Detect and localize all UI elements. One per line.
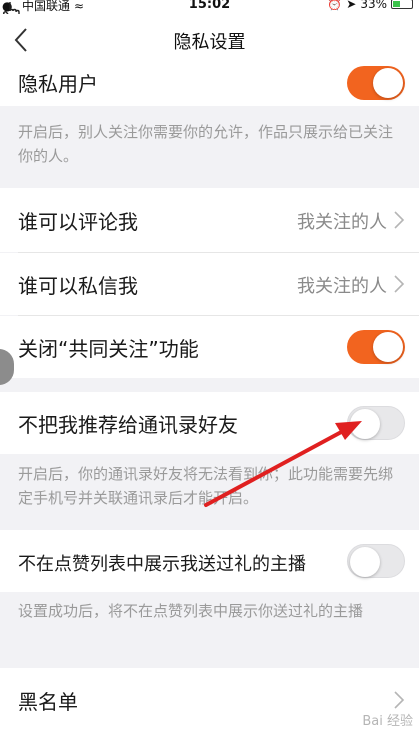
private-user-note: 开启后，别人关注你需要你的允许，作品只展示给已关注你的人。	[18, 123, 394, 165]
close-mutual-follow-toggle[interactable]	[347, 330, 405, 364]
toggle-knob	[350, 409, 380, 439]
no-recommend-contacts-toggle[interactable]	[347, 406, 405, 440]
status-right: ⏰ ➤ 33%	[327, 0, 413, 11]
toggle-knob	[373, 68, 403, 98]
blacklist-row[interactable]: 黑名单	[0, 668, 419, 733]
location-icon: ➤	[346, 0, 357, 11]
no-gift-list-toggle[interactable]	[347, 544, 405, 578]
private-user-label: 隐私用户	[18, 72, 98, 96]
toggle-knob	[350, 547, 380, 577]
who-can-message-value: 我关注的人	[297, 276, 387, 297]
watermark: Bai 经验	[362, 714, 413, 729]
chevron-right-icon	[394, 691, 405, 709]
nav-bar: 隐私设置	[0, 14, 419, 66]
chevron-right-icon	[394, 211, 405, 229]
close-mutual-follow-label: 关闭“共同关注”功能	[18, 337, 199, 361]
no-recommend-contacts-row: 不把我推荐给通讯录好友	[0, 392, 419, 454]
chevron-right-icon	[394, 275, 405, 293]
who-can-comment-value: 我关注的人	[297, 212, 387, 233]
blacklist-label: 黑名单	[18, 690, 78, 714]
status-bar: ● 中国联通 ≈ 15:02 ⏰ ➤ 33%	[0, 0, 419, 14]
page-title: 隐私设置	[173, 32, 246, 53]
no-recommend-contacts-label: 不把我推荐给通讯录好友	[18, 413, 238, 437]
close-mutual-follow-row: 关闭“共同关注”功能	[0, 316, 419, 378]
alarm-icon: ⏰	[327, 0, 343, 11]
battery-icon	[391, 0, 413, 9]
no-recommend-contacts-note: 开启后，你的通讯录好友将无法看到你；此功能需要先绑定手机号并关联通讯录后才能开启…	[18, 465, 394, 507]
who-can-message-row[interactable]: 谁可以私信我 我关注的人	[0, 253, 419, 315]
no-gift-list-label: 不在点赞列表中展示我送过礼的主播	[18, 554, 306, 575]
who-can-comment-label: 谁可以评论我	[18, 210, 138, 234]
battery-percent: 33%	[360, 0, 387, 11]
no-gift-list-note: 设置成功后，将不在点赞列表中展示你送过礼的主播	[18, 602, 364, 620]
private-user-toggle[interactable]	[347, 66, 405, 100]
private-user-row: 隐私用户	[0, 66, 419, 106]
who-can-message-label: 谁可以私信我	[18, 274, 138, 298]
toggle-knob	[373, 332, 403, 362]
no-gift-list-row: 不在点赞列表中展示我送过礼的主播	[0, 530, 419, 592]
who-can-comment-row[interactable]: 谁可以评论我 我关注的人	[0, 188, 419, 252]
